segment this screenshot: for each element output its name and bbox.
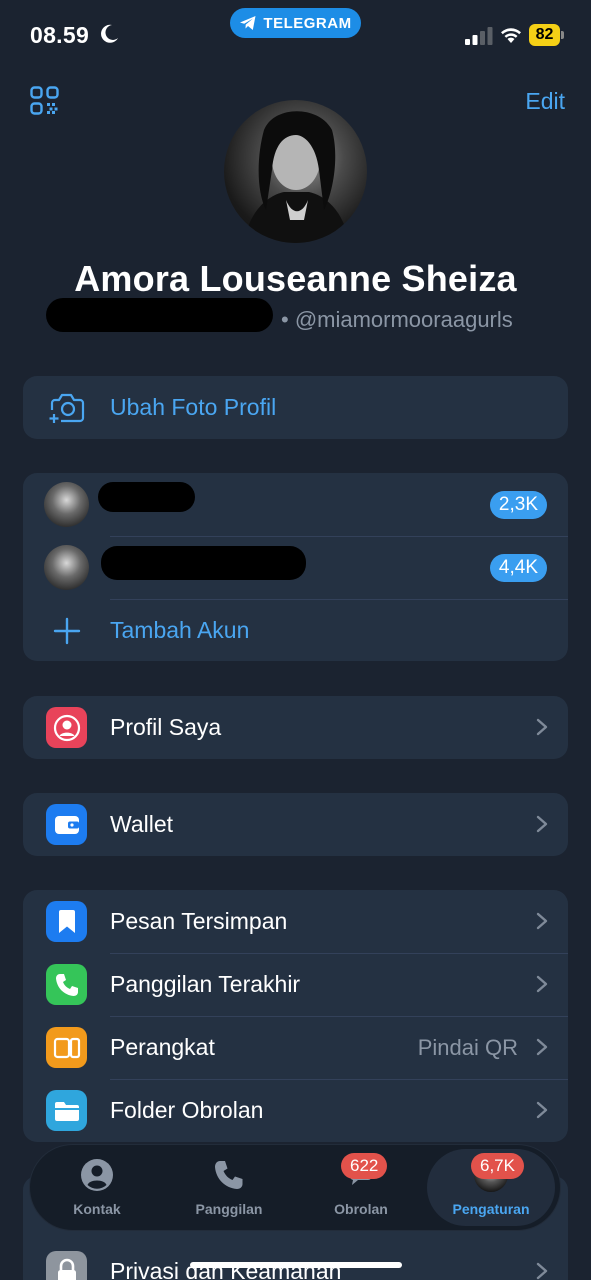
chevron-right-icon (536, 718, 548, 736)
settings-group-card: Pesan Tersimpan Panggilan Terakhir Peran… (23, 890, 568, 1142)
phone-icon (215, 1161, 243, 1189)
add-account-label: Tambah Akun (110, 617, 250, 643)
bookmark-icon (46, 901, 87, 942)
unread-badge: 4,4K (489, 554, 547, 582)
my-profile-card[interactable]: Profil Saya (23, 696, 568, 759)
menu-item-chat-folders[interactable]: Folder Obrolan (23, 1079, 568, 1142)
home-indicator[interactable] (190, 1262, 402, 1268)
chevron-right-icon (536, 912, 548, 930)
menu-value: Pindai QR (417, 1034, 518, 1060)
tab-label: Pengaturan (452, 1201, 530, 1217)
menu-item-recent-calls[interactable]: Panggilan Terakhir (23, 953, 568, 1016)
menu-item-privacy[interactable]: Privasi dan Keamanan (23, 1240, 568, 1280)
add-account-row[interactable]: Tambah Akun (23, 599, 568, 662)
menu-item-saved-messages[interactable]: Pesan Tersimpan (23, 890, 568, 953)
redacted-phone (46, 298, 273, 332)
battery-tip (561, 31, 564, 39)
qr-code-icon[interactable] (30, 86, 59, 115)
menu-item-devices[interactable]: Perangkat Pindai QR (23, 1016, 568, 1079)
battery-indicator: 82 (529, 24, 560, 46)
menu-label: Wallet (110, 811, 174, 837)
tab-label: Obrolan (334, 1201, 388, 1217)
change-photo-row[interactable]: Ubah Foto Profil (23, 376, 568, 439)
telegram-icon (240, 16, 256, 30)
devices-icon (46, 1027, 87, 1068)
change-photo-label: Ubah Foto Profil (110, 394, 277, 420)
tab-bar: Kontak Panggilan Obrolan 622 Pengaturan … (30, 1145, 560, 1230)
tab-label: Kontak (73, 1201, 121, 1217)
wallet-icon (46, 804, 87, 845)
edit-button[interactable]: Edit (525, 88, 565, 115)
signal-icon (465, 27, 493, 45)
chevron-right-icon (536, 1262, 548, 1280)
menu-label: Pesan Tersimpan (110, 908, 288, 934)
tab-label: Panggilan (195, 1201, 263, 1217)
chevron-right-icon (536, 975, 548, 993)
account-avatar (44, 482, 89, 527)
contacts-icon (81, 1159, 113, 1191)
profile-name: Amora Louseanne Sheiza (74, 258, 517, 299)
settings-badge: 6,7K (471, 1153, 524, 1179)
chevron-right-icon (536, 815, 548, 833)
menu-label: Profil Saya (110, 714, 222, 740)
plus-icon (53, 617, 81, 645)
wallet-card[interactable]: Wallet (23, 793, 568, 856)
menu-label: Folder Obrolan (110, 1097, 264, 1123)
account-row[interactable]: 4,4K (23, 536, 568, 599)
status-time: 08.59 (30, 22, 90, 48)
lock-icon (46, 1251, 87, 1280)
tab-calls[interactable]: Panggilan (175, 1145, 283, 1230)
redacted-account-name (98, 482, 195, 512)
profile-avatar[interactable] (224, 100, 367, 243)
moon-icon (101, 24, 118, 43)
redacted-account-name (101, 546, 306, 580)
chevron-right-icon (536, 1038, 548, 1056)
person-icon (46, 707, 87, 748)
account-avatar (44, 545, 89, 590)
tab-contacts[interactable]: Kontak (43, 1145, 151, 1230)
tab-settings[interactable]: Pengaturan 6,7K (437, 1145, 545, 1230)
menu-item-my-profile[interactable]: Profil Saya (23, 696, 568, 759)
menu-item-wallet[interactable]: Wallet (23, 793, 568, 856)
unread-badge: 2,3K (489, 491, 547, 519)
avatar-photo (244, 111, 349, 243)
menu-label: Panggilan Terakhir (110, 971, 301, 997)
chevron-right-icon (536, 1101, 548, 1119)
wifi-icon (501, 28, 521, 43)
phone-icon (46, 964, 87, 1005)
menu-label: Perangkat (110, 1034, 215, 1060)
change-photo-card[interactable]: Ubah Foto Profil (23, 376, 568, 439)
telegram-pill[interactable]: TELEGRAM (230, 8, 361, 38)
tab-chats[interactable]: Obrolan 622 (307, 1145, 415, 1230)
camera-add-icon (49, 393, 85, 423)
telegram-pill-label: TELEGRAM (263, 14, 352, 32)
account-row[interactable]: 2,3K (23, 473, 568, 536)
folder-icon (46, 1090, 87, 1131)
accounts-card: 2,3K 4,4K Tambah Akun (23, 473, 568, 661)
chats-badge: 622 (341, 1153, 388, 1179)
username[interactable]: • @miamormooraagurls (281, 307, 513, 333)
